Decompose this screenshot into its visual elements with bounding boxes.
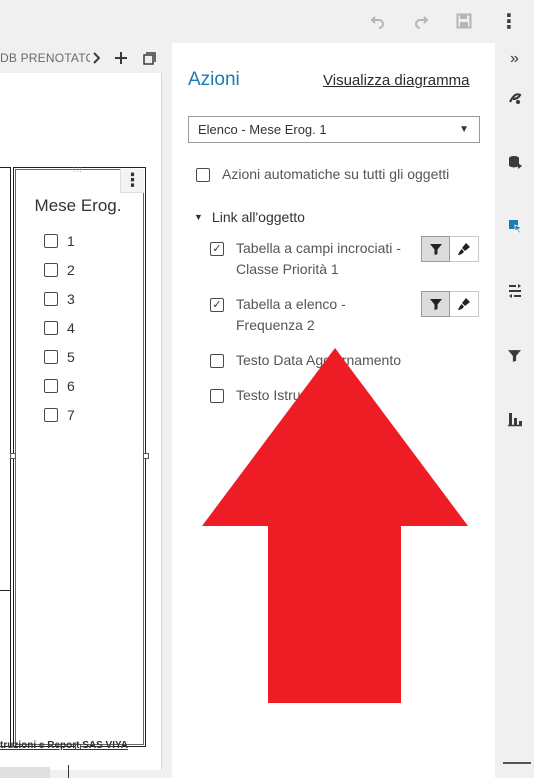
filter-icon <box>429 244 442 255</box>
report-page: ::: ⋮ Mese Erog. 1 2 3 4 5 6 7 <box>0 73 162 770</box>
filters-icon[interactable] <box>495 343 534 367</box>
caret-down-icon: ▼ <box>459 124 469 135</box>
link-checkbox[interactable]: ✓ <box>210 242 224 256</box>
report-tab-strip: DB PRENOTATO <box>0 43 162 73</box>
divider <box>0 590 11 591</box>
list-item-checkbox[interactable] <box>44 263 58 277</box>
save-icon[interactable] <box>451 8 477 34</box>
brush-icon <box>458 298 470 310</box>
list-item[interactable]: 5 <box>44 348 75 366</box>
page-menu-icon[interactable] <box>140 47 158 69</box>
list-control-frame <box>15 169 144 745</box>
divider <box>68 765 69 778</box>
drag-grip-icon[interactable]: ::: <box>73 165 83 174</box>
list-item-checkbox[interactable] <box>44 321 58 335</box>
rail-scroll-indicator <box>503 762 531 772</box>
more-options-icon[interactable]: ⋮ <box>496 8 522 34</box>
list-item-label: 2 <box>67 262 75 278</box>
list-item[interactable]: 1 <box>44 232 75 250</box>
checkmark-icon: ✓ <box>212 298 222 311</box>
list-item-checkbox[interactable] <box>44 234 58 248</box>
brush-link-button[interactable] <box>450 236 479 262</box>
auto-actions-checkbox[interactable] <box>196 168 210 182</box>
brush-icon <box>458 243 470 255</box>
right-rail: » <box>495 43 534 778</box>
link-label-line: Tabella a campi incrociati - <box>236 240 401 256</box>
view-diagram-link[interactable]: Visualizza diagramma <box>323 72 469 89</box>
list-item-checkbox[interactable] <box>44 408 58 422</box>
list-item[interactable]: 2 <box>44 261 75 279</box>
list-item[interactable]: 3 <box>44 290 75 308</box>
section-title: Link all'oggetto <box>211 209 305 225</box>
undo-icon[interactable] <box>365 8 391 34</box>
object-select[interactable]: Elenco - Mese Erog. 1 ▼ <box>188 116 480 143</box>
brush-link-button[interactable] <box>450 291 479 317</box>
resize-handle-right[interactable] <box>143 453 149 459</box>
filter-link-button[interactable] <box>421 291 450 317</box>
list-item-checkbox[interactable] <box>44 379 58 393</box>
list-item-label: 7 <box>67 407 75 423</box>
list-item[interactable]: 4 <box>44 319 75 337</box>
list-item-label: 4 <box>67 320 75 336</box>
list-item-label: 1 <box>67 233 75 249</box>
auto-actions-label: Azioni automatiche su tutti gli oggetti <box>222 166 450 182</box>
link-type-buttons <box>421 291 479 317</box>
data-icon[interactable] <box>495 150 534 174</box>
link-item-list-table[interactable]: ✓ Tabella a elenco - Frequenza 2 <box>210 296 346 336</box>
list-item-checkbox[interactable] <box>44 350 58 364</box>
link-type-buttons <box>421 236 479 262</box>
options-icon[interactable] <box>495 86 534 110</box>
list-item-label: 3 <box>67 291 75 307</box>
rules-icon[interactable] <box>495 279 534 303</box>
filter-link-button[interactable] <box>421 236 450 262</box>
object-select-value: Elenco - Mese Erog. 1 <box>198 122 327 137</box>
filter-icon <box>429 299 442 310</box>
horizontal-scrollbar[interactable] <box>0 767 50 778</box>
link-label-line: Tabella a elenco - <box>236 296 346 312</box>
up-arrow-shape <box>202 348 468 703</box>
list-control-mese-erog[interactable]: ::: ⋮ Mese Erog. 1 2 3 4 5 6 7 <box>10 165 149 750</box>
link-item-crosstab[interactable]: ✓ Tabella a campi incrociati - Classe Pr… <box>210 240 401 280</box>
list-item-label: 6 <box>67 378 75 394</box>
link-label-line: Classe Priorità 1 <box>236 261 339 277</box>
top-toolbar: ⋮ <box>0 0 534 43</box>
list-item-checkbox[interactable] <box>44 292 58 306</box>
report-canvas: DB PRENOTATO ::: ⋮ Mese Erog. 1 2 3 4 5 … <box>0 43 172 778</box>
add-page-icon[interactable] <box>112 47 130 69</box>
triangle-down-icon[interactable]: ▼ <box>194 212 203 222</box>
up-arrow-annotation <box>202 348 468 703</box>
resize-handle-left[interactable] <box>10 453 16 459</box>
chevron-right-icon[interactable] <box>91 47 101 69</box>
expand-pane-icon[interactable]: » <box>495 47 534 71</box>
list-item[interactable]: 6 <box>44 377 75 395</box>
auto-actions-option[interactable]: Azioni automatiche su tutti gli oggetti <box>196 166 449 185</box>
actions-icon[interactable] <box>495 214 534 238</box>
object-links-section[interactable]: ▼ Link all'oggetto <box>194 209 305 225</box>
list-item[interactable]: 7 <box>44 406 75 424</box>
list-item-label: 5 <box>67 349 75 365</box>
footer-report-link[interactable]: truzioni e Report SAS VIYA <box>0 740 162 760</box>
list-title: Mese Erog. <box>34 196 122 215</box>
report-page-tab[interactable]: DB PRENOTATO <box>0 51 90 65</box>
roles-icon[interactable] <box>495 407 534 431</box>
link-label: Tabella a campi incrociati - Classe Prio… <box>236 238 401 280</box>
link-checkbox[interactable]: ✓ <box>210 298 224 312</box>
redo-icon[interactable] <box>408 8 434 34</box>
link-label-line: Frequenza 2 <box>236 317 315 333</box>
checkmark-icon: ✓ <box>212 242 222 255</box>
pane-title: Azioni <box>188 69 240 90</box>
link-label: Tabella a elenco - Frequenza 2 <box>236 294 346 336</box>
object-more-button[interactable]: ⋮ <box>120 169 144 193</box>
